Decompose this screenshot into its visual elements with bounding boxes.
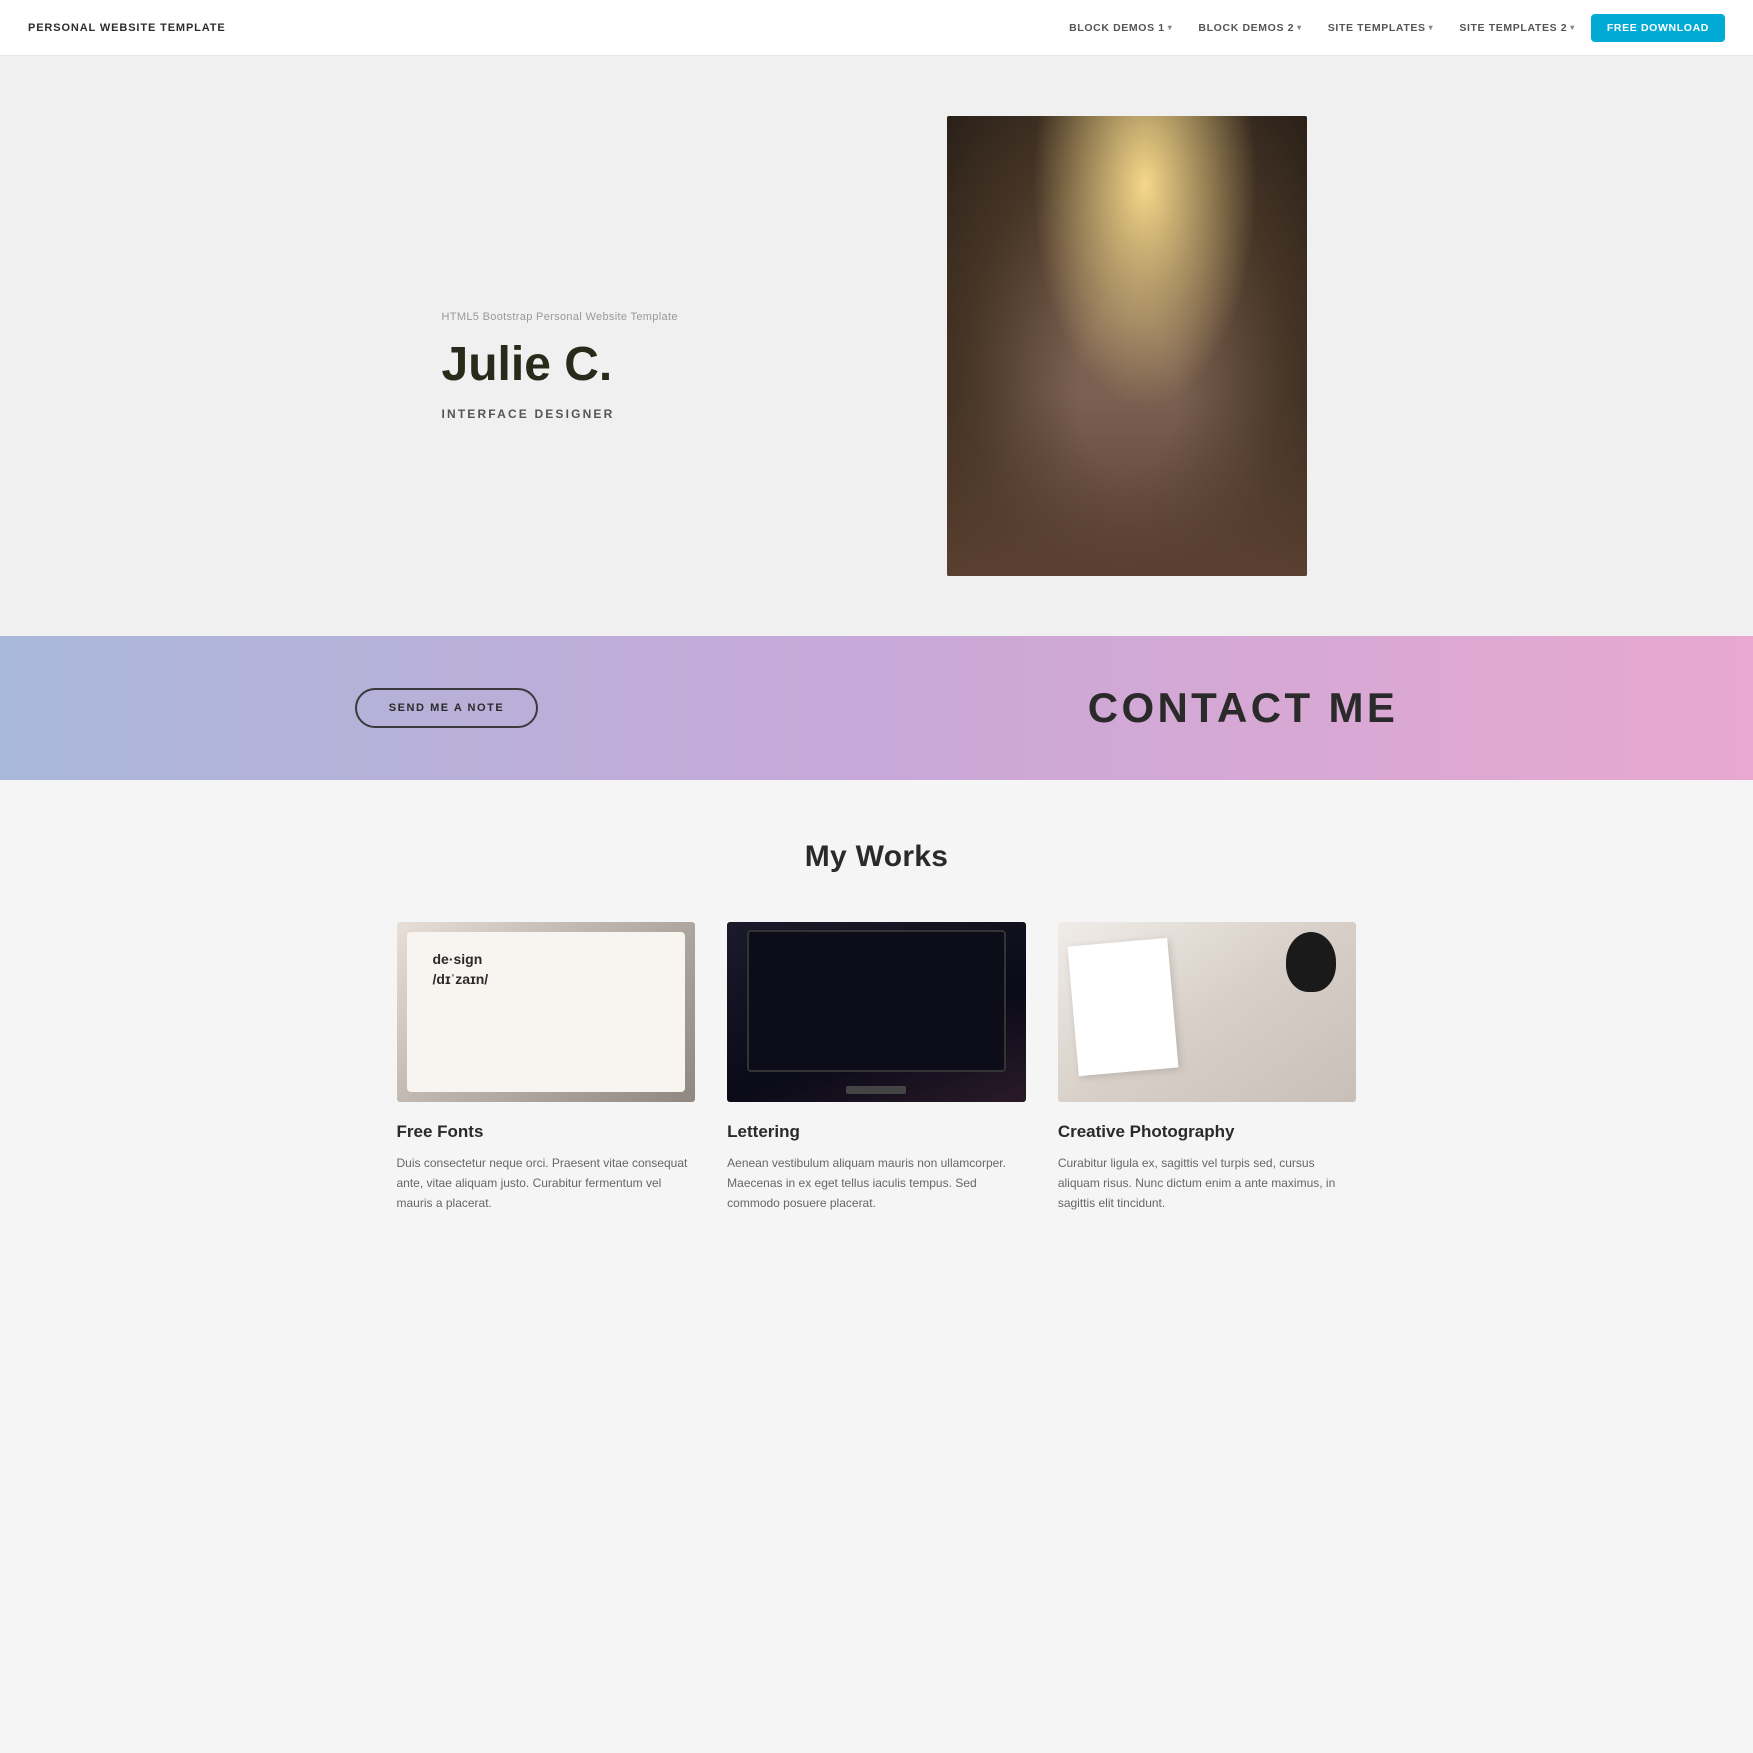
work-card-desc-0: Duis consectetur neque orci. Praesent vi… <box>397 1154 696 1213</box>
hero-image-wrap <box>942 116 1312 576</box>
chevron-down-icon: ▾ <box>1429 23 1434 32</box>
work-image-2 <box>1058 922 1357 1102</box>
free-download-button[interactable]: FREE DOWNLOAD <box>1591 14 1725 42</box>
chevron-down-icon: ▾ <box>1168 23 1173 32</box>
hero-section: HTML5 Bootstrap Personal Website Templat… <box>0 56 1753 636</box>
navbar: PERSONAL WEBSITE TEMPLATE BLOCK DEMOS 1 … <box>0 0 1753 56</box>
hero-role: INTERFACE DESIGNER <box>442 407 862 421</box>
work-card-1: Lettering Aenean vestibulum aliquam maur… <box>727 922 1026 1213</box>
nav-site-templates-2[interactable]: SITE TEMPLATES 2 ▾ <box>1449 16 1585 40</box>
hero-subtitle: HTML5 Bootstrap Personal Website Templat… <box>442 311 862 323</box>
work-card-0: Free Fonts Duis consectetur neque orci. … <box>397 922 696 1213</box>
work-image-1 <box>727 922 1026 1102</box>
work-card-title-1: Lettering <box>727 1122 1026 1142</box>
work-card-2: Creative Photography Curabitur ligula ex… <box>1058 922 1357 1213</box>
nav-site-templates[interactable]: SITE TEMPLATES ▾ <box>1318 16 1444 40</box>
hero-portrait <box>947 116 1307 576</box>
works-grid: Free Fonts Duis consectetur neque orci. … <box>397 922 1357 1213</box>
work-card-title-2: Creative Photography <box>1058 1122 1357 1142</box>
site-brand: PERSONAL WEBSITE TEMPLATE <box>28 22 226 34</box>
works-title: My Works <box>80 840 1673 874</box>
nav-block-demos-2[interactable]: BLOCK DEMOS 2 ▾ <box>1188 16 1311 40</box>
works-section: My Works Free Fonts Duis consectetur neq… <box>0 780 1753 1293</box>
send-note-button[interactable]: SEND ME A NOTE <box>355 688 538 728</box>
hero-name: Julie C. <box>442 339 862 392</box>
nav-block-demos-1[interactable]: BLOCK DEMOS 1 ▾ <box>1059 16 1182 40</box>
nav-items: BLOCK DEMOS 1 ▾ BLOCK DEMOS 2 ▾ SITE TEM… <box>1059 14 1725 42</box>
work-card-desc-1: Aenean vestibulum aliquam mauris non ull… <box>727 1154 1026 1213</box>
chevron-down-icon: ▾ <box>1297 23 1302 32</box>
hero-text: HTML5 Bootstrap Personal Website Templat… <box>442 271 862 422</box>
work-card-desc-2: Curabitur ligula ex, sagittis vel turpis… <box>1058 1154 1357 1213</box>
work-card-title-0: Free Fonts <box>397 1122 696 1142</box>
contact-title: CONTACT ME <box>1088 684 1398 732</box>
chevron-down-icon: ▾ <box>1570 23 1575 32</box>
contact-banner: SEND ME A NOTE CONTACT ME <box>0 636 1753 780</box>
work-image-0 <box>397 922 696 1102</box>
